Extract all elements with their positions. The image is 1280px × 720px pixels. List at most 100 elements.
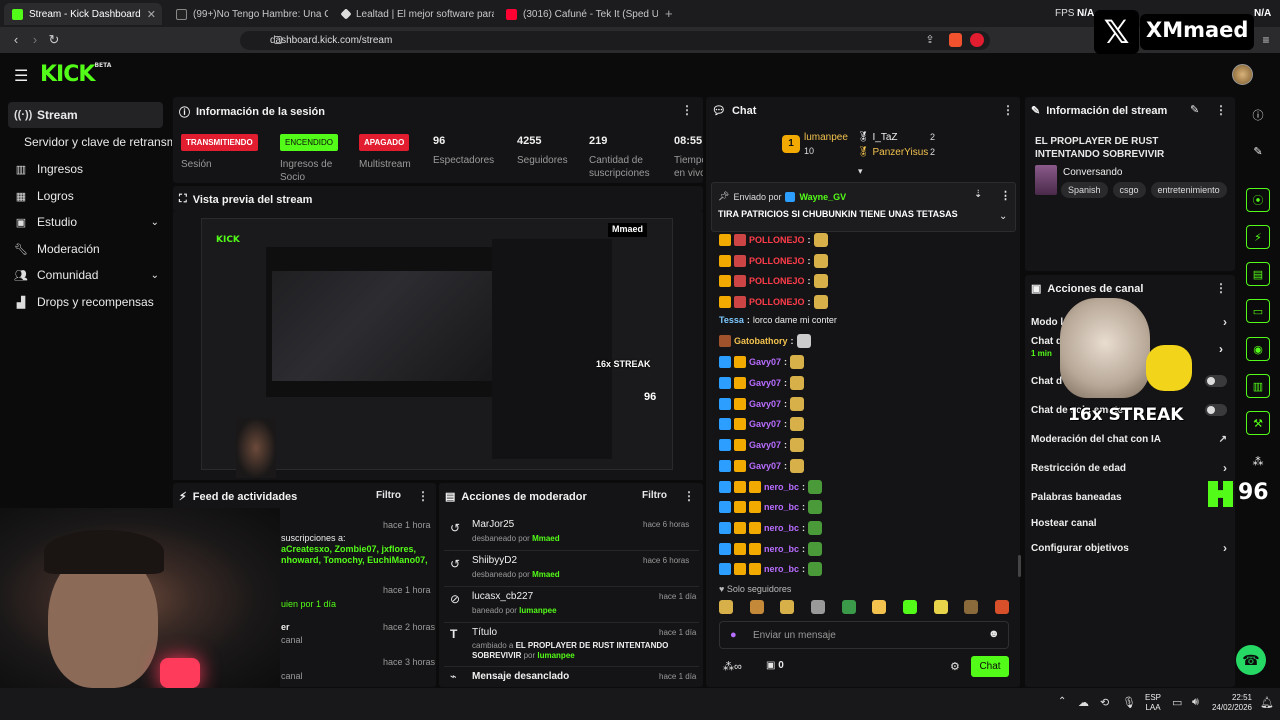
volume-icon[interactable]: 🔊︎ bbox=[1192, 696, 1199, 709]
chat-username[interactable]: nero_bc bbox=[764, 523, 799, 533]
emote-icon[interactable] bbox=[994, 600, 1009, 614]
rewards-icon[interactable] bbox=[970, 33, 984, 47]
pinned-message[interactable]: 📌︎ Enviado por Wayne_GV TIRA PATRICIOS S… bbox=[711, 182, 1016, 232]
sidebar-item-estudio[interactable]: ▣ Estudio ⌄ bbox=[8, 209, 163, 235]
chat-message[interactable]: POLLONEJO: bbox=[719, 231, 828, 249]
leader-name[interactable]: lumanpee bbox=[804, 132, 848, 143]
emote-icon[interactable] bbox=[719, 600, 733, 614]
emote-icon[interactable] bbox=[780, 600, 795, 614]
chat-username[interactable]: Gavy07 bbox=[749, 419, 781, 429]
support-icon[interactable]: ☎ bbox=[1236, 645, 1266, 675]
chat-message[interactable]: POLLONEJO: bbox=[719, 293, 828, 311]
chat-message[interactable]: Tessa: lorco dame mi conter bbox=[719, 311, 837, 329]
pinned-more-icon[interactable]: ⋮ bbox=[1000, 189, 1011, 202]
chat-message[interactable]: nero_bc: bbox=[719, 560, 823, 578]
chat-username[interactable]: Gatobathory bbox=[734, 336, 788, 346]
chat-input[interactable]: ● Enviar un mensaje ☻ bbox=[719, 621, 1009, 649]
sync-icon[interactable]: ⟲ bbox=[1100, 696, 1109, 709]
mod-item[interactable]: ⌁ Mensaje desanclado hace 1 día bbox=[444, 668, 699, 686]
tray-chevron-icon[interactable]: ⌃ bbox=[1058, 696, 1066, 707]
avatar[interactable] bbox=[1232, 64, 1253, 85]
brave-shield-icon[interactable] bbox=[949, 33, 962, 47]
chat-username[interactable]: POLLONEJO bbox=[749, 235, 805, 245]
emote-icon[interactable] bbox=[841, 600, 856, 614]
channel-actions-more-icon[interactable]: ⋮ bbox=[1215, 281, 1227, 295]
chat-username[interactable]: Gavy07 bbox=[749, 461, 781, 471]
chat-message[interactable]: nero_bc: bbox=[719, 519, 823, 537]
chat-username[interactable]: POLLONEJO bbox=[749, 256, 805, 266]
moderator-filter-button[interactable]: Filtro bbox=[642, 490, 667, 501]
edit-icon[interactable]: ✎ bbox=[1190, 103, 1199, 116]
toggle[interactable] bbox=[1205, 375, 1227, 387]
chat-scrollbar[interactable] bbox=[1018, 555, 1021, 577]
tab-youtube[interactable]: (3016) Cafuné - Tek It (Sped Up) bbox=[498, 3, 658, 25]
document-icon[interactable]: ▤ bbox=[1246, 262, 1270, 286]
mod-item[interactable]: ↺ ShiibyyD2 hace 6 horas desbaneado por … bbox=[444, 551, 699, 587]
moderator-more-icon[interactable]: ⋮ bbox=[683, 489, 695, 503]
clock[interactable]: 22:51 24/02/2026 bbox=[1208, 693, 1252, 713]
category-thumbnail[interactable] bbox=[1035, 165, 1057, 195]
chat-username[interactable]: Gavy07 bbox=[749, 357, 781, 367]
chat-message[interactable]: Gavy07: bbox=[719, 374, 805, 392]
chat-username[interactable]: nero_bc bbox=[764, 482, 799, 492]
close-tab-icon[interactable]: ✕ bbox=[147, 8, 156, 21]
network-icon[interactable]: ▭ bbox=[1172, 696, 1182, 709]
sidebar-item-moderacion[interactable]: 🔧︎ Moderación bbox=[8, 236, 163, 262]
chat-username[interactable]: nero_bc bbox=[764, 502, 799, 512]
chat-message[interactable]: Gavy07: bbox=[719, 353, 805, 371]
chat-more-icon[interactable]: ⋮ bbox=[1002, 103, 1014, 117]
session-more-icon[interactable]: ⋮ bbox=[681, 103, 693, 117]
emote-icon[interactable] bbox=[964, 600, 979, 614]
share-icon[interactable]: ⇪ bbox=[922, 31, 938, 49]
sidebar-item-ingresos[interactable]: ▥ Ingresos bbox=[8, 156, 163, 182]
chat-message[interactable]: nero_bc: bbox=[719, 498, 823, 516]
reload-icon[interactable]: ↻ bbox=[46, 31, 62, 49]
wrench-icon[interactable]: ⚒ bbox=[1246, 411, 1270, 435]
chat-message[interactable]: Gatobathory: bbox=[719, 332, 811, 350]
tab-tiktok[interactable]: (99+)No Tengo Hambre: Una Comed bbox=[168, 3, 328, 25]
site-info-icon[interactable] bbox=[274, 36, 282, 44]
chevron-down-icon[interactable]: ⌄ bbox=[999, 211, 1007, 222]
emote-icon[interactable] bbox=[902, 600, 917, 614]
stream-info-more-icon[interactable]: ⋮ bbox=[1215, 103, 1227, 117]
list-icon[interactable]: ▥ bbox=[1246, 374, 1270, 398]
sidebar-item-server-key[interactable]: Servidor y clave de retransmisión bbox=[24, 135, 172, 149]
tag[interactable]: csgo bbox=[1112, 182, 1146, 198]
chat-send-button[interactable]: Chat bbox=[971, 656, 1009, 677]
tab-lealtad[interactable]: Lealtad | El mejor software para pote bbox=[334, 3, 494, 25]
chat-message[interactable]: Gavy07: bbox=[719, 395, 805, 413]
hamburger-menu-icon[interactable]: ☰ bbox=[14, 66, 28, 86]
chat-username[interactable]: nero_bc bbox=[764, 544, 799, 554]
cloud-icon[interactable]: ☁ bbox=[1078, 696, 1089, 709]
notification-icon[interactable]: 🔔︎ bbox=[1260, 696, 1274, 709]
chat-message[interactable]: Gavy07: bbox=[719, 457, 805, 475]
mic-tray-icon[interactable]: 🎙︎ bbox=[1122, 696, 1136, 709]
sidebar-item-logros[interactable]: ▦ Logros bbox=[8, 183, 163, 209]
chat-username[interactable]: Gavy07 bbox=[749, 399, 781, 409]
chat-message[interactable]: nero_bc: bbox=[719, 478, 823, 496]
new-tab-icon[interactable]: + bbox=[665, 6, 673, 21]
language-indicator[interactable]: ESP LAA bbox=[1145, 693, 1161, 713]
feed-more-icon[interactable]: ⋮ bbox=[417, 489, 429, 503]
sidebar-item-comunidad[interactable]: 👥︎ Comunidad ⌄ bbox=[8, 262, 163, 288]
emote-icon[interactable] bbox=[810, 600, 825, 614]
chat-message[interactable]: POLLONEJO: bbox=[719, 252, 828, 270]
emote-icon[interactable] bbox=[933, 600, 948, 614]
tag[interactable]: entretenimiento bbox=[1150, 182, 1227, 198]
chat-message[interactable]: Gavy07: bbox=[719, 415, 805, 433]
pencil-icon[interactable]: ✎ bbox=[1246, 139, 1270, 163]
leaderboard-expand-icon[interactable]: ▾ bbox=[858, 166, 863, 177]
camera-icon[interactable]: ⦿ bbox=[1246, 188, 1270, 212]
tab-kick-dashboard[interactable]: Stream - Kick Dashboard ✕ bbox=[4, 3, 162, 25]
chat-username[interactable]: POLLONEJO bbox=[749, 276, 805, 286]
chat-username[interactable]: POLLONEJO bbox=[749, 297, 805, 307]
kick-logo[interactable]: KICKBETA bbox=[40, 62, 111, 87]
feed-filter-button[interactable]: Filtro bbox=[376, 490, 401, 501]
settings-icon[interactable]: ⚙ bbox=[950, 660, 960, 673]
sidebar-item-stream[interactable]: ((·)) Stream bbox=[8, 102, 163, 128]
chat-username[interactable]: Tessa bbox=[719, 315, 744, 325]
toggle[interactable] bbox=[1205, 404, 1227, 416]
emote-icon[interactable] bbox=[749, 600, 764, 614]
emoji-icon[interactable]: ☻ bbox=[988, 628, 1000, 640]
tag[interactable]: Spanish bbox=[1061, 182, 1108, 198]
